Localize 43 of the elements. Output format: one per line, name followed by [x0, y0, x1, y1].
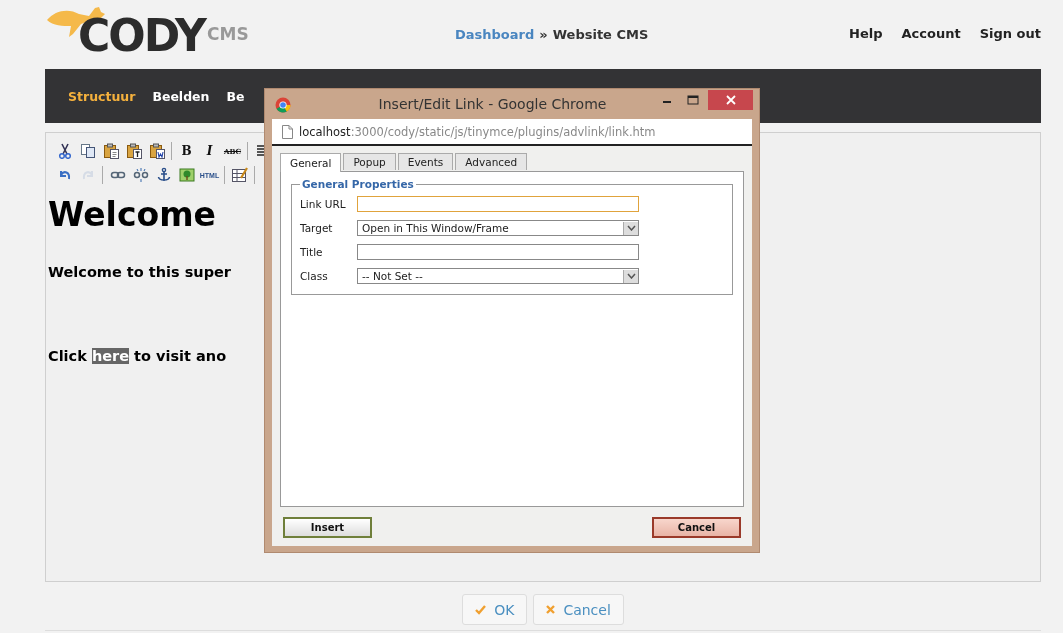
close-button[interactable] — [708, 90, 753, 110]
page-heading: Welcome — [48, 195, 216, 234]
page-icon — [282, 124, 293, 139]
tab[interactable]: Events — [397, 153, 454, 170]
cancel-button[interactable]: Cancel — [652, 517, 741, 538]
section-legend: General Properties — [300, 178, 416, 190]
logo-text: CODY — [78, 14, 205, 58]
window-title: Insert/Edit Link - Google Chrome — [377, 96, 608, 112]
breadcrumb-current: Website CMS — [552, 27, 649, 42]
tab[interactable]: Advanced — [455, 153, 528, 170]
nav-item[interactable]: Beelden — [152, 88, 210, 104]
chevron-down-icon — [626, 225, 636, 231]
user-menu-link[interactable]: Help — [849, 26, 883, 41]
tab[interactable]: General — [280, 153, 342, 172]
sentence-text: Click — [48, 348, 88, 364]
user-menu-link[interactable]: Account — [901, 26, 961, 41]
selected-link[interactable]: here — [91, 348, 130, 364]
bold-button[interactable]: B — [175, 141, 198, 161]
paragraph-text: Welcome to this super — [48, 264, 231, 280]
nav-item[interactable]: Structuur — [68, 88, 136, 104]
browser-icon — [275, 97, 291, 113]
tab[interactable]: Popup — [343, 153, 396, 170]
field-label: Title — [300, 246, 324, 258]
insert-button[interactable]: Insert — [283, 517, 372, 538]
maximize-icon — [687, 95, 699, 105]
nav-item[interactable]: Be — [226, 88, 245, 104]
italic-button[interactable]: I — [198, 141, 221, 161]
url-text: localhost:3000/cody/static/js/tinymce/plugins/advlink/link.htm — [299, 124, 656, 139]
close-icon — [725, 95, 736, 105]
user-menu-link[interactable]: Sign out — [979, 26, 1041, 41]
dropdown[interactable]: Open in This Window/Frame — [357, 220, 639, 236]
text-field[interactable] — [357, 244, 639, 260]
field-label: Class — [300, 270, 329, 282]
close-icon — [546, 605, 556, 614]
logo-suffix: CMS — [207, 24, 249, 44]
text-field[interactable] — [357, 196, 639, 212]
breadcrumb-separator: » — [539, 27, 548, 42]
chevron-down-icon — [626, 273, 636, 279]
field-label: Link URL — [300, 198, 347, 210]
dropdown[interactable]: -- Not Set -- — [357, 268, 639, 284]
sentence-text: to visit ano — [133, 348, 227, 364]
check-icon — [475, 604, 487, 615]
field-label: Target — [300, 222, 334, 234]
